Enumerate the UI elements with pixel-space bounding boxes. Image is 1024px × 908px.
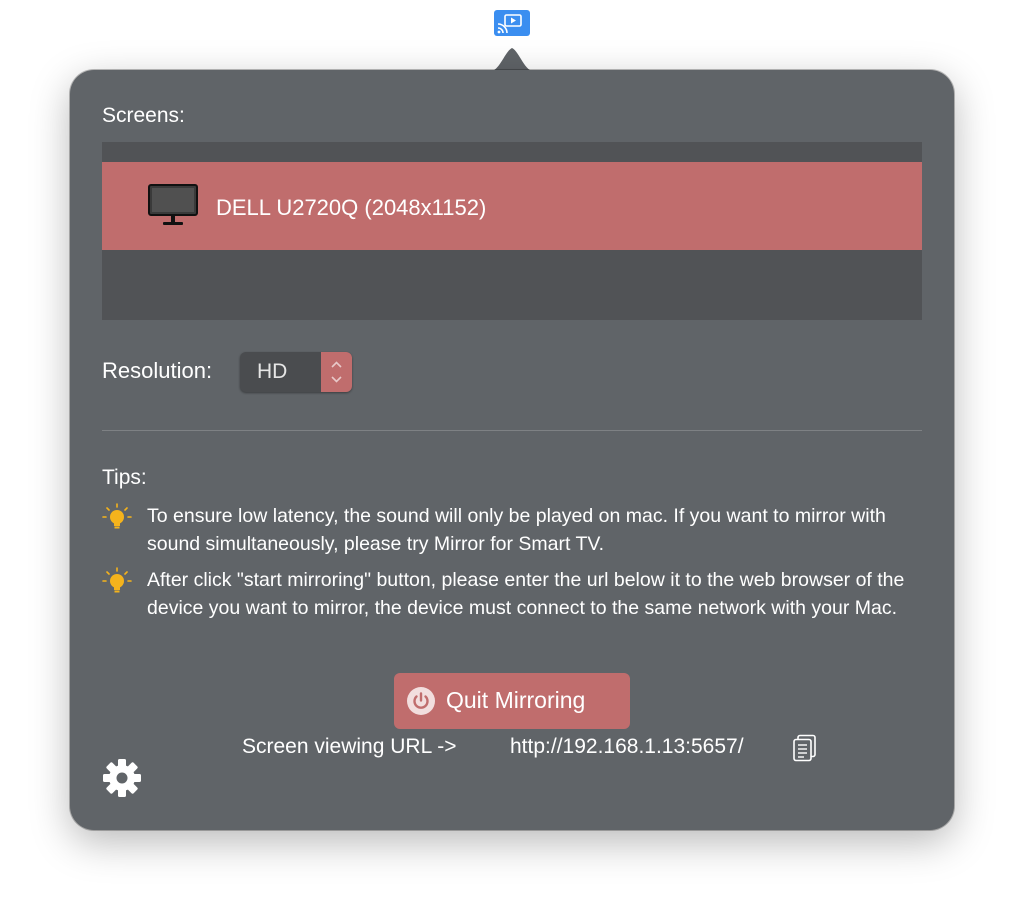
lightbulb-icon (102, 503, 132, 529)
tip-text: To ensure low latency, the sound will on… (147, 505, 886, 555)
screen-cast-icon[interactable] (494, 10, 530, 36)
monitor-icon (148, 184, 198, 225)
copy-icon[interactable] (792, 734, 818, 762)
resolution-value: HD (257, 360, 288, 383)
gear-icon[interactable] (102, 758, 142, 798)
tip-item: To ensure low latency, the sound will on… (102, 503, 922, 563)
screen-item-label: DELL U2720Q (2048x1152) (216, 195, 487, 220)
power-icon (407, 687, 435, 715)
screen-url[interactable]: http://192.168.1.13:5657/ (510, 735, 744, 759)
resolution-label: Resolution: (102, 358, 213, 383)
tip-text: After click "start mirroring" button, pl… (147, 569, 905, 619)
screens-list[interactable]: DELL U2720Q (2048x1152) (102, 142, 922, 320)
quit-mirroring-button[interactable]: Quit Mirroring (394, 673, 630, 729)
resolution-stepper[interactable] (321, 352, 352, 392)
divider (102, 430, 922, 431)
lightbulb-icon (102, 567, 132, 593)
resolution-select[interactable]: HD (240, 352, 352, 392)
chevron-up-down-icon (331, 361, 342, 383)
popover-arrow (488, 48, 536, 72)
screen-item-dell-u2720q[interactable]: DELL U2720Q (2048x1152) (102, 162, 922, 250)
mirroring-popover: Screens: DELL U2720Q (2048x1152) Resolut… (70, 70, 954, 830)
quit-mirroring-label: Quit Mirroring (446, 687, 586, 713)
screens-label: Screens: (102, 104, 185, 127)
tips-label: Tips: (102, 466, 147, 489)
url-prefix: Screen viewing URL -> (242, 735, 457, 758)
tip-item: After click "start mirroring" button, pl… (102, 567, 922, 657)
